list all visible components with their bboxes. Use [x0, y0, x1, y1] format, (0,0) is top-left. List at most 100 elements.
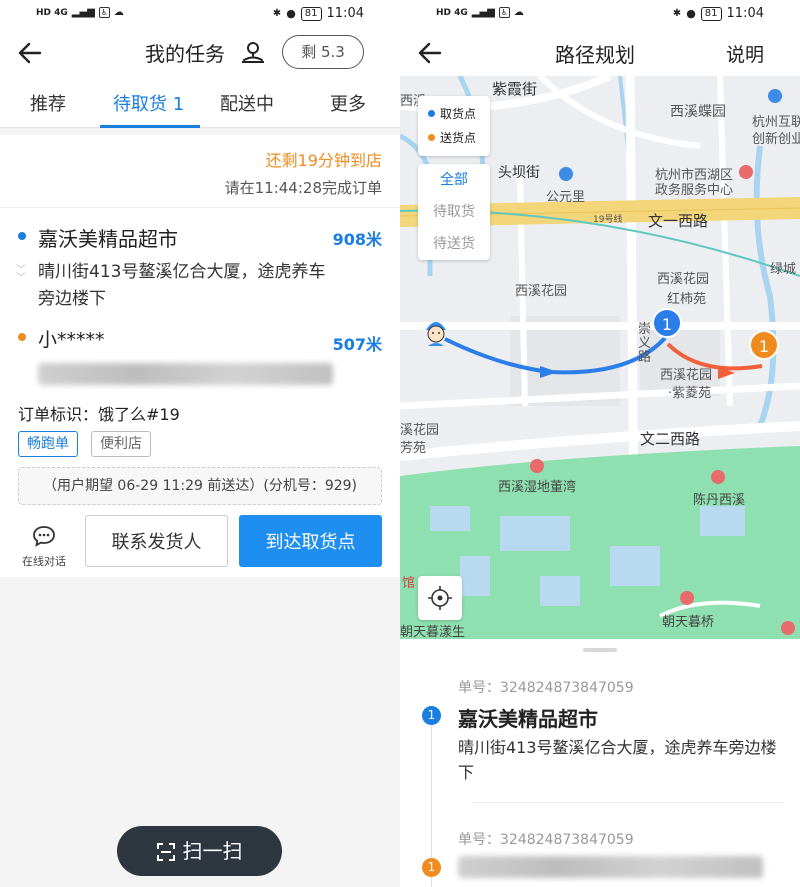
filter-pending-delivery[interactable]: 待送货 — [418, 228, 490, 260]
filter-pending-pickup[interactable]: 待取货 — [418, 196, 490, 228]
signal-icon: ▂▄▆ — [471, 7, 495, 18]
map-label: 紫霞街 — [492, 80, 538, 98]
stop-address: 晴川街413号鳌溪亿合大厦，途虎养车旁边楼下 — [458, 738, 777, 782]
map-label: 溪花园 — [400, 423, 440, 438]
deadline-text: 请在11:44:28完成订单 — [224, 179, 382, 197]
badge-fast-run: 畅跑单 — [18, 431, 78, 457]
dropoff-dot — [18, 333, 26, 341]
delivery-expectation: （用户期望 06-29 11:29 前送达）(分机号：929) — [18, 467, 382, 505]
top-nav-bar: 我的任务 剩 5.3 — [0, 28, 400, 76]
filter-all[interactable]: 全部 — [418, 164, 490, 196]
divider — [0, 207, 400, 208]
app-notification-icon: ☁ — [113, 7, 124, 18]
stop-number-badge: 1 — [422, 706, 441, 725]
map-legend: 取货点 送货点 — [418, 96, 490, 156]
map-label: 朝天暮桥 — [662, 615, 715, 630]
legend-delivery: 送货点 — [428, 126, 490, 150]
contact-sender-button[interactable]: 联系发货人 — [85, 515, 228, 567]
blurred-address — [38, 363, 333, 385]
map-label: 政务服务中心 — [655, 183, 734, 198]
map-label: 西溪花园 — [660, 368, 713, 383]
scan-icon — [156, 843, 175, 861]
rider-icon — [426, 322, 446, 346]
map-label: 创新创业 — [752, 132, 800, 147]
remaining-capacity-badge[interactable]: 剩 5.3 — [282, 35, 364, 69]
map-label: 西溪蝶园 — [670, 104, 726, 120]
blurred-stop-name — [458, 856, 763, 878]
status-bar: HD 4G ▂▄▆ ♿ ☁ ✱ ● 81 11:04 — [0, 0, 400, 28]
top-nav-bar: 路径规划 说明 — [400, 28, 800, 76]
vibrate-icon: ✱ — [672, 8, 682, 19]
locate-button[interactable] — [418, 576, 462, 620]
task-screen: HD 4G ▂▄▆ ♿ ☁ ✱ ● 81 11:04 我的任务 剩 5.3 推荐… — [0, 0, 400, 887]
map-label: 朝天暮漾生 — [400, 625, 466, 639]
status-bar: HD 4G ▂▄▆ ♿ ☁ ✱ ● 81 11:04 — [400, 0, 800, 28]
badge-convenience-store: 便利店 — [91, 431, 151, 457]
network-indicator: HD 4G — [36, 7, 68, 18]
app-notification-icon: ☁ — [513, 7, 524, 18]
pickup-address: 晴川街413号鳌溪亿合大厦，途虎养车旁边楼下 — [38, 262, 326, 309]
pickup-distance: 908米 — [332, 230, 382, 249]
page-title: 我的任务 — [145, 42, 225, 66]
rider-avatar — [422, 316, 450, 348]
map-label: 绿城 — [770, 262, 797, 277]
dropoff-distance: 507米 — [332, 335, 382, 354]
chat-bubble-icon — [33, 526, 55, 547]
delivery-pin[interactable]: 1 — [749, 330, 779, 360]
order-card[interactable]: 还剩19分钟到店 请在11:44:28完成订单 嘉沃美精品超市 908米 ﹀ ﹀ … — [0, 135, 400, 577]
arrive-pickup-button[interactable]: 到达取货点 — [239, 515, 382, 567]
location-person-icon[interactable] — [240, 40, 266, 64]
clock: 11:04 — [326, 6, 364, 21]
drag-handle[interactable] — [583, 648, 617, 652]
map-label: ·紫菱苑 — [668, 386, 712, 401]
clock: 11:04 — [726, 6, 764, 21]
stop-number-badge: 1 — [422, 858, 441, 877]
map-label: 崇义路 — [638, 322, 652, 365]
pickup-pin[interactable]: 1 — [652, 308, 682, 338]
map-label: 陈丹西溪 — [693, 493, 746, 508]
network-indicator: HD 4G — [436, 7, 468, 18]
active-tab-indicator — [100, 125, 200, 128]
divider — [472, 802, 784, 803]
legend-pickup: 取货点 — [428, 102, 490, 126]
order-tabs: 推荐 待取货 1 配送中 更多 — [0, 76, 400, 128]
back-arrow-icon[interactable] — [416, 38, 446, 68]
help-link[interactable]: 说明 — [726, 40, 764, 67]
order-identifier: 订单标识：饿了么#19 — [18, 405, 180, 424]
page-title: 路径规划 — [555, 43, 635, 67]
battery-icon: 81 — [300, 6, 322, 21]
map-label: 馆 — [402, 576, 416, 591]
map-canvas — [400, 76, 800, 639]
map-label: 西溪湿地董湾 — [498, 480, 577, 495]
map-label: 公元里 — [546, 190, 586, 205]
map-label: 文二西路 — [640, 430, 701, 448]
order-number: 单号：324824873847059 — [458, 680, 634, 696]
back-arrow-icon[interactable] — [16, 38, 46, 68]
online-chat-button[interactable]: 在线对话 — [18, 525, 70, 569]
tab-pending-pickup[interactable]: 待取货 1 — [113, 90, 184, 116]
pickup-dot — [18, 232, 26, 240]
route-map[interactable]: 紫霞街 西溪 西溪蝶园 杭州互联 创新创业 头坝街 公元里 杭州市西湖区 政务服… — [400, 76, 800, 639]
chat-label: 在线对话 — [22, 555, 66, 568]
tab-recommend[interactable]: 推荐 — [30, 90, 66, 116]
chevron-down-icon: ﹀ ﹀ — [16, 265, 26, 284]
map-label: 19号线 — [593, 215, 623, 225]
map-label: 西溪花园 — [657, 272, 710, 287]
notification-icon: ♿ — [498, 7, 510, 18]
scan-button[interactable]: 扫一扫 — [117, 826, 282, 876]
stop-name: 嘉沃美精品超市 — [458, 707, 598, 731]
map-label: 红柿苑 — [667, 292, 707, 307]
tab-delivering[interactable]: 配送中 — [220, 90, 274, 116]
map-label: 西溪花园 — [515, 284, 568, 299]
scan-label: 扫一扫 — [182, 839, 243, 863]
location-icon: ● — [286, 7, 296, 20]
tab-more[interactable]: 更多 — [330, 90, 366, 116]
battery-icon: 81 — [700, 6, 722, 21]
location-icon: ● — [686, 7, 696, 20]
map-label: 头坝街 — [498, 165, 540, 181]
order-number: 单号：324824873847059 — [458, 832, 634, 848]
map-label: 文一西路 — [648, 212, 709, 230]
pickup-name: 嘉沃美精品超市 — [38, 227, 178, 251]
signal-icon: ▂▄▆ — [71, 7, 95, 18]
route-planning-screen: HD 4G ▂▄▆ ♿ ☁ ✱ ● 81 11:04 路径规划 说明 紫霞街 西… — [400, 0, 800, 887]
